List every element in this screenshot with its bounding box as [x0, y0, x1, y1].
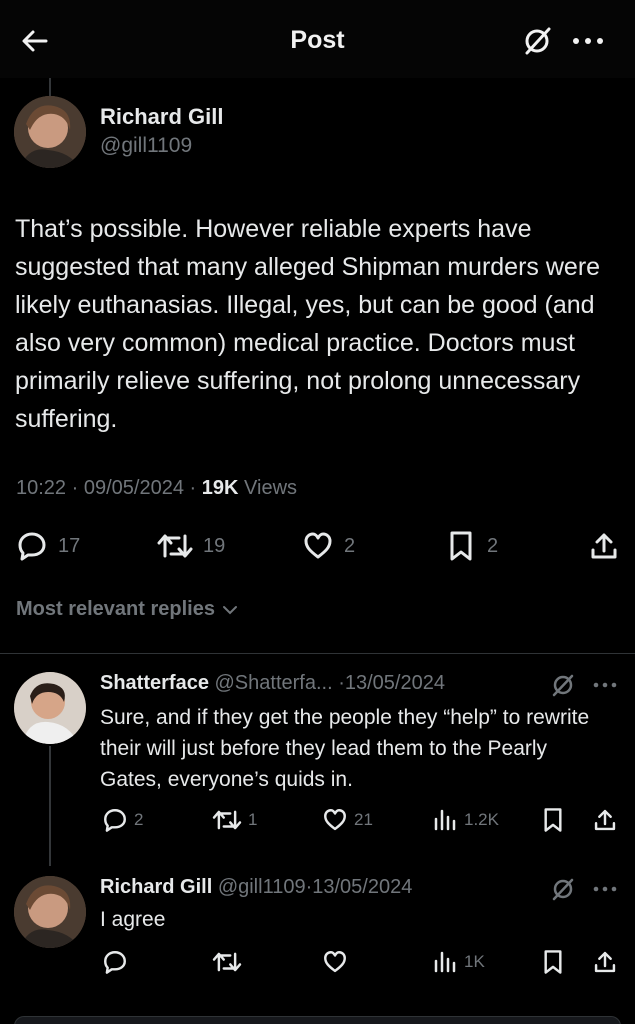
more-horizontal-icon[interactable]	[590, 672, 620, 703]
analytics-icon	[434, 951, 456, 973]
views-count: 19K	[201, 477, 239, 499]
reply-count: 17	[58, 534, 81, 557]
post-meta: 10:22 · 09/05/2024 · 19K Views	[16, 477, 297, 500]
reply-date[interactable]: 13/05/2024	[312, 876, 412, 898]
post-time: 10:22	[16, 477, 67, 499]
bookmark-icon	[450, 531, 472, 561]
grok-icon[interactable]	[550, 672, 576, 703]
reply-author-name[interactable]: Shatterface	[100, 672, 209, 694]
bookmark-button[interactable]	[540, 807, 566, 833]
views-count: 1K	[464, 952, 485, 971]
grok-icon[interactable]	[520, 24, 554, 58]
grok-icon[interactable]	[550, 876, 576, 907]
bookmark-count: 2	[487, 534, 499, 557]
reply-text: I agree	[100, 908, 166, 931]
repost-button[interactable]: 1	[212, 807, 257, 833]
top-bar: Post	[0, 0, 635, 78]
reply-header: Shatterface @Shatterfa... ·13/05/2024	[100, 672, 445, 695]
reply-icon	[104, 809, 126, 832]
share-button[interactable]	[592, 949, 618, 975]
author-name[interactable]: Richard Gill	[100, 104, 223, 130]
analytics-icon	[434, 809, 456, 831]
bookmark-button[interactable]	[540, 949, 566, 975]
repost-button[interactable]: 19	[157, 530, 225, 562]
views-count: 1.2K	[464, 810, 499, 829]
separator: ·	[338, 672, 345, 694]
reply-date[interactable]: 13/05/2024	[345, 672, 445, 694]
reply-button[interactable]	[102, 949, 134, 975]
views-button[interactable]: 1.2K	[432, 807, 499, 833]
share-button[interactable]	[588, 530, 620, 562]
reply-author-handle[interactable]: @Shatterfa...	[215, 672, 333, 694]
views-label: Views	[244, 477, 298, 499]
like-count: 21	[354, 810, 373, 829]
avatar[interactable]	[14, 96, 86, 168]
reply-text: Sure, and if they get the people they “h…	[100, 706, 590, 791]
views-button[interactable]: 1K	[432, 949, 485, 975]
repost-button[interactable]	[212, 949, 248, 975]
share-button[interactable]	[592, 807, 618, 833]
post-text: That’s possible. However reliable expert…	[15, 215, 601, 433]
divider	[0, 653, 635, 654]
reply-composer-bar[interactable]	[14, 1016, 621, 1024]
repost-count: 1	[248, 810, 258, 829]
replies-filter-label: Most relevant replies	[16, 598, 215, 620]
reply-author-handle[interactable]: @gill1109	[218, 876, 306, 898]
reply-header: Richard Gill @gill1109·13/05/2024	[100, 876, 412, 899]
separator: ·	[189, 477, 197, 499]
like-count: 2	[344, 534, 356, 557]
more-horizontal-icon[interactable]	[590, 876, 620, 907]
heart-icon	[324, 951, 346, 973]
post-date: 09/05/2024	[83, 477, 184, 499]
like-button[interactable]	[322, 949, 354, 975]
like-button[interactable]: 2	[302, 530, 355, 562]
reply-icon	[18, 532, 46, 561]
bookmark-button[interactable]: 2	[445, 530, 498, 562]
reply-button[interactable]: 2	[102, 807, 143, 833]
more-horizontal-icon[interactable]	[568, 24, 608, 58]
repost-count: 19	[203, 534, 226, 557]
separator: ·	[71, 477, 79, 499]
avatar[interactable]	[14, 672, 86, 744]
chevron-down-icon	[222, 605, 237, 614]
reply-icon	[104, 951, 126, 974]
like-button[interactable]: 21	[322, 807, 373, 833]
repost-icon	[212, 952, 242, 972]
reply-count: 2	[134, 810, 144, 829]
repost-icon	[212, 810, 242, 830]
bookmark-icon	[544, 950, 562, 974]
bookmark-icon	[544, 808, 562, 832]
replies-filter[interactable]: Most relevant replies	[16, 598, 241, 621]
heart-icon	[324, 809, 346, 831]
author-handle[interactable]: @gill1109	[100, 134, 192, 158]
share-icon	[594, 951, 616, 973]
thread-line	[49, 746, 51, 866]
repost-icon	[157, 534, 193, 558]
reply-author-name[interactable]: Richard Gill	[100, 876, 212, 898]
reply-button[interactable]: 17	[16, 530, 80, 562]
share-icon	[594, 809, 616, 831]
avatar[interactable]	[14, 876, 86, 948]
share-icon	[591, 533, 617, 559]
heart-icon	[304, 532, 332, 559]
